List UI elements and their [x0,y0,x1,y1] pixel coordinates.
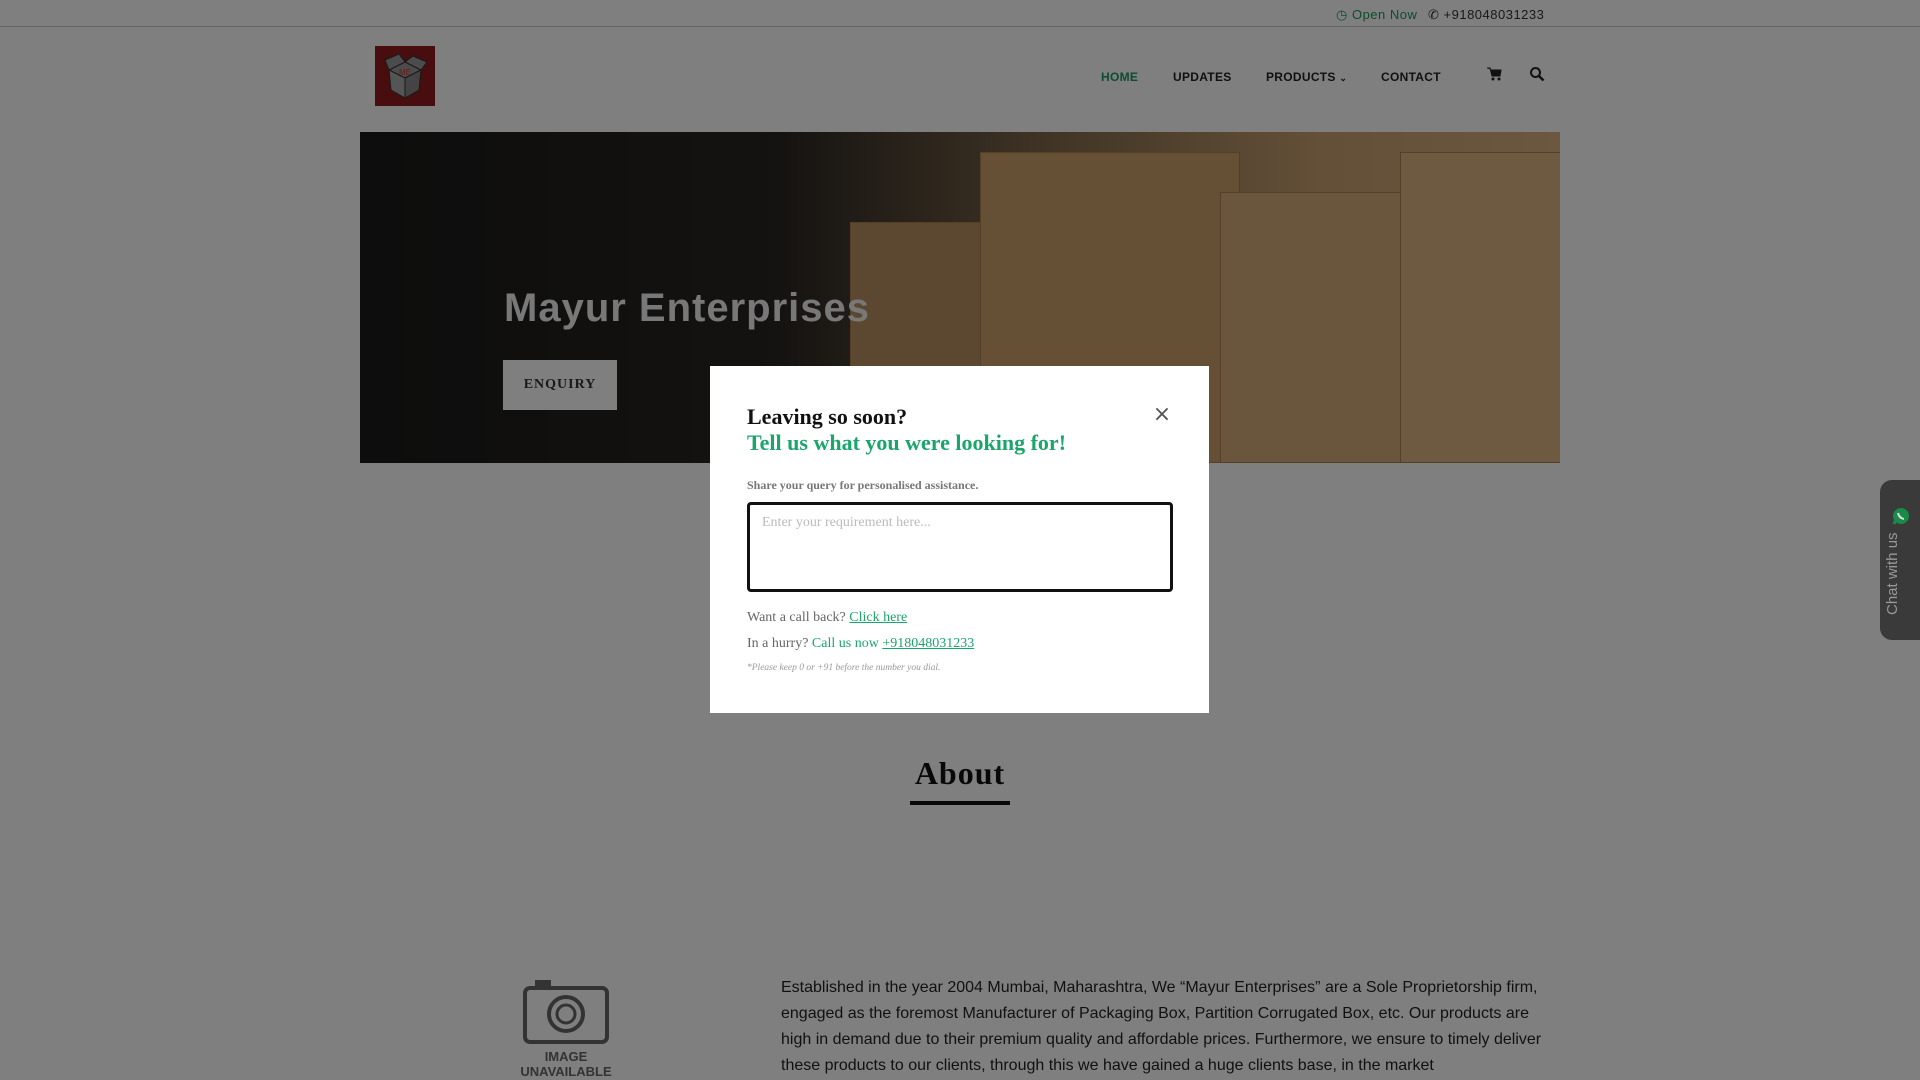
callback-question: Want a call back? [747,610,846,625]
chat-widget[interactable]: Chat with us [1880,480,1920,640]
chat-label: Chat with us [1884,532,1901,615]
hurry-question: In a hurry? [747,636,809,651]
whatsapp-icon [1892,508,1909,525]
exit-intent-modal: Leaving so soon? Tell us what you were l… [710,366,1209,713]
modal-subtitle: Tell us what you were looking for! [747,430,1067,455]
modal-title: Leaving so soon? [747,404,908,429]
requirement-input[interactable] [747,502,1173,592]
callback-line: Want a call back? Click here [747,610,907,626]
hurry-line: In a hurry? Call us now +918048031233 [747,636,974,652]
call-now-label: Call us now [811,636,879,651]
close-icon[interactable]: × [1152,404,1172,426]
phone-link[interactable]: +918048031233 [882,636,974,651]
callback-link[interactable]: Click here [849,610,907,625]
dial-note: *Please keep 0 or +91 before the number … [747,663,941,673]
modal-hint: Share your query for personalised assist… [747,478,979,492]
